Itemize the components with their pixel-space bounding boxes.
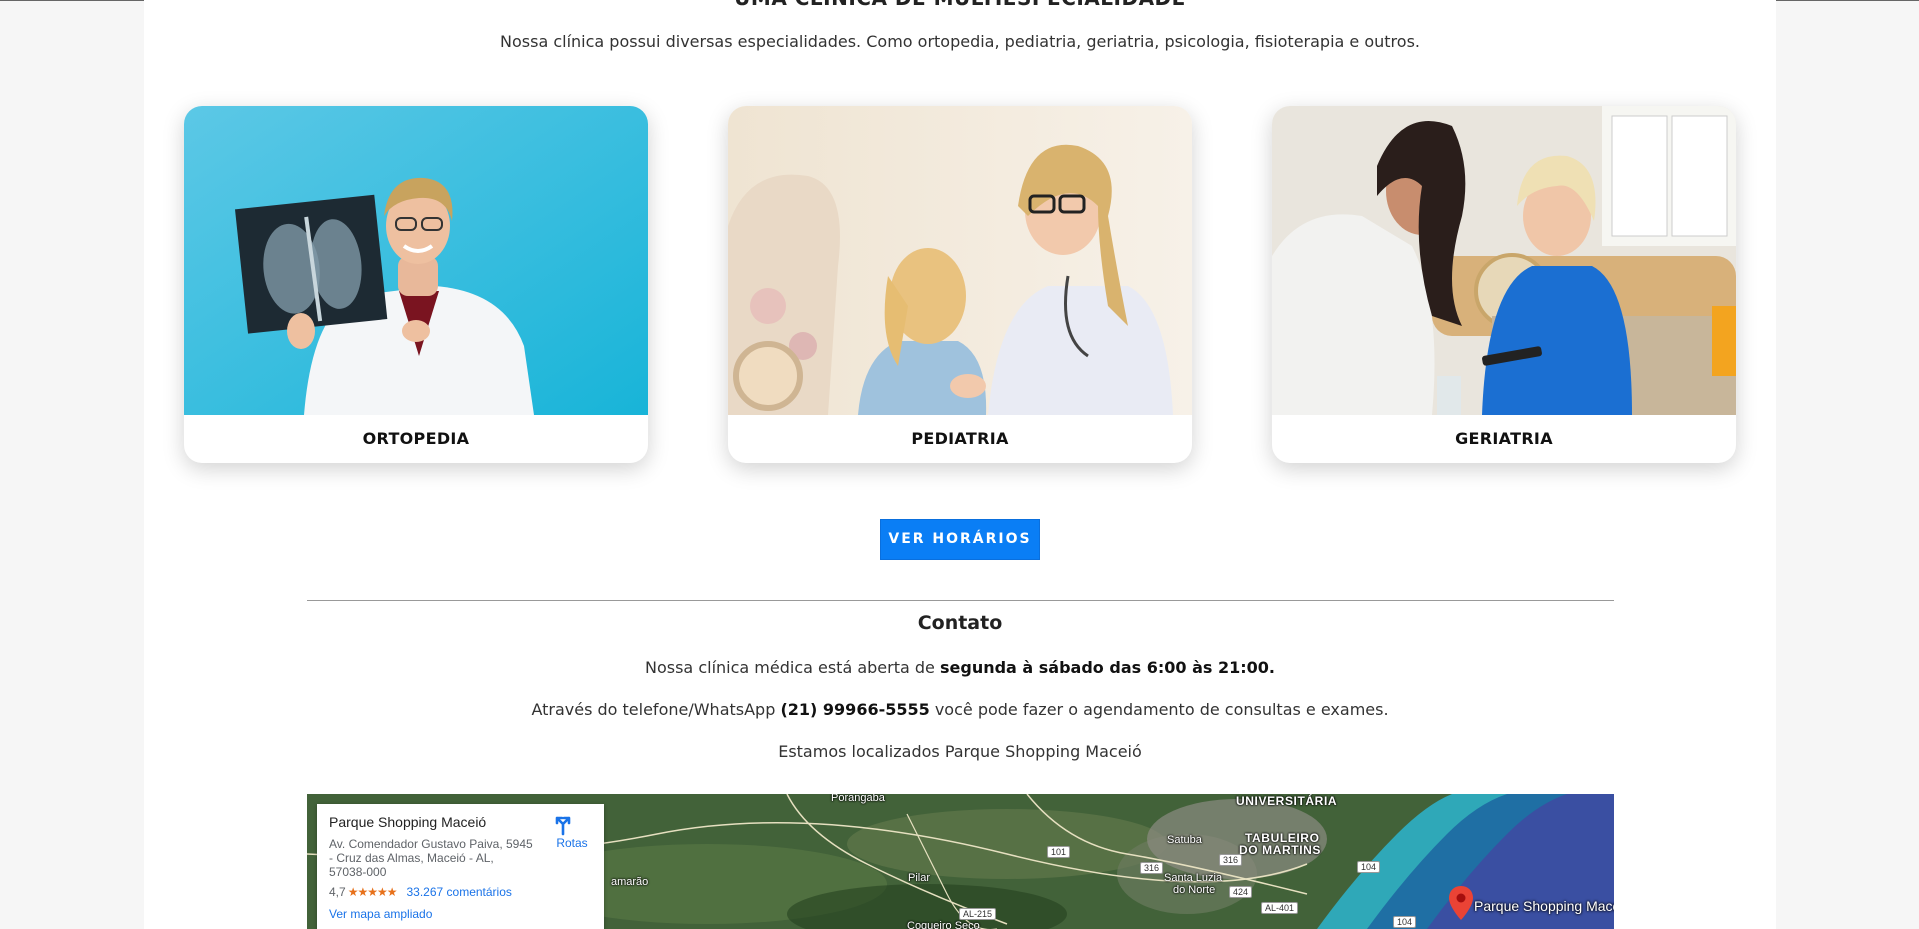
section-intro: Nossa clínica possui diversas especialid… (500, 32, 1420, 51)
page-content: UMA CLÍNICA DE MULTIESPECIALIDADE Nossa … (144, 0, 1776, 929)
road-shield: 101 (1047, 846, 1071, 858)
map-label-do-norte: do Norte (1173, 884, 1216, 896)
contact-title: Contato (917, 612, 1003, 634)
map-label-pilar: Pilar (908, 872, 931, 884)
map-place-card: Parque Shopping Maceió Av. Comendador Gu… (317, 804, 604, 929)
road-shield: 104 (1357, 861, 1381, 873)
road-shield: 104 (1393, 916, 1417, 928)
directions-button[interactable]: Rotas (552, 814, 592, 850)
section-title: UMA CLÍNICA DE MULTIESPECIALIDADE (144, 0, 1776, 10)
road-shield: 316 (1219, 854, 1243, 866)
pediatria-photo (728, 106, 1192, 415)
specialty-card-ortopedia[interactable]: ORTOPEDIA (184, 106, 648, 463)
reviews-link[interactable]: 33.267 comentários (406, 885, 511, 899)
road-shield: 316 (1140, 862, 1164, 874)
contact-location: Estamos localizados Parque Shopping Mace… (778, 742, 1142, 761)
specialty-label: ORTOPEDIA (362, 429, 470, 448)
specialty-label: GERIATRIA (1455, 429, 1553, 448)
place-rating: 4,7 ★★★★★ 33.267 comentários (329, 885, 592, 899)
section-divider (307, 600, 1614, 601)
view-larger-map-link[interactable]: Ver mapa ampliado (329, 907, 592, 921)
rating-value: 4,7 (329, 885, 346, 899)
phone-prefix: Através do telefone/WhatsApp (531, 700, 781, 719)
directions-icon (555, 816, 571, 836)
place-address: Av. Comendador Gustavo Paiva, 5945 - Cru… (329, 837, 533, 879)
map-pin-label[interactable]: Parque Shopping Maceió (1474, 898, 1614, 914)
hours-bold: segunda à sábado das 6:00 às 21:00. (939, 658, 1275, 677)
hours-text: Nossa clínica médica está aberta de (645, 658, 940, 677)
embedded-map[interactable]: Porangaba UNIVERSITÁRIA TABULEIRO DO MAR… (307, 794, 1614, 929)
map-label-porangaba: Porangaba (831, 794, 885, 804)
contact-hours: Nossa clínica médica está aberta de segu… (144, 658, 1776, 677)
road-shield: 424 (1229, 886, 1253, 898)
map-label-santa-luzia: Santa Luzia (1164, 872, 1223, 884)
specialty-card-pediatria[interactable]: PEDIATRIA (728, 106, 1192, 463)
directions-label: Rotas (556, 836, 588, 850)
phone-suffix: você pode fazer o agendamento de consult… (929, 700, 1389, 719)
map-label-coqueiro: Coqueiro Seco (907, 920, 980, 929)
star-rating-icon: ★★★★★ (347, 885, 398, 899)
phone-number: (21) 99966-5555 (780, 700, 930, 719)
map-label-satuba: Satuba (1167, 834, 1202, 846)
road-shield: AL-215 (959, 908, 997, 920)
geriatria-photo (1272, 106, 1736, 415)
specialty-card-geriatria[interactable]: GERIATRIA (1272, 106, 1736, 463)
map-pin-icon[interactable] (1449, 886, 1473, 920)
ver-horarios-button[interactable]: VER HORÁRIOS (880, 519, 1040, 560)
specialty-label: PEDIATRIA (911, 429, 1009, 448)
contact-phone: Através do telefone/WhatsApp (21) 99966-… (144, 700, 1776, 719)
map-label-universitaria: UNIVERSITÁRIA (1236, 794, 1338, 808)
map-label-do-martins: DO MARTINS (1239, 843, 1321, 857)
map-label-amarao: amarão (611, 876, 649, 888)
ortopedia-photo (184, 106, 648, 415)
road-shield: AL-401 (1261, 902, 1299, 914)
